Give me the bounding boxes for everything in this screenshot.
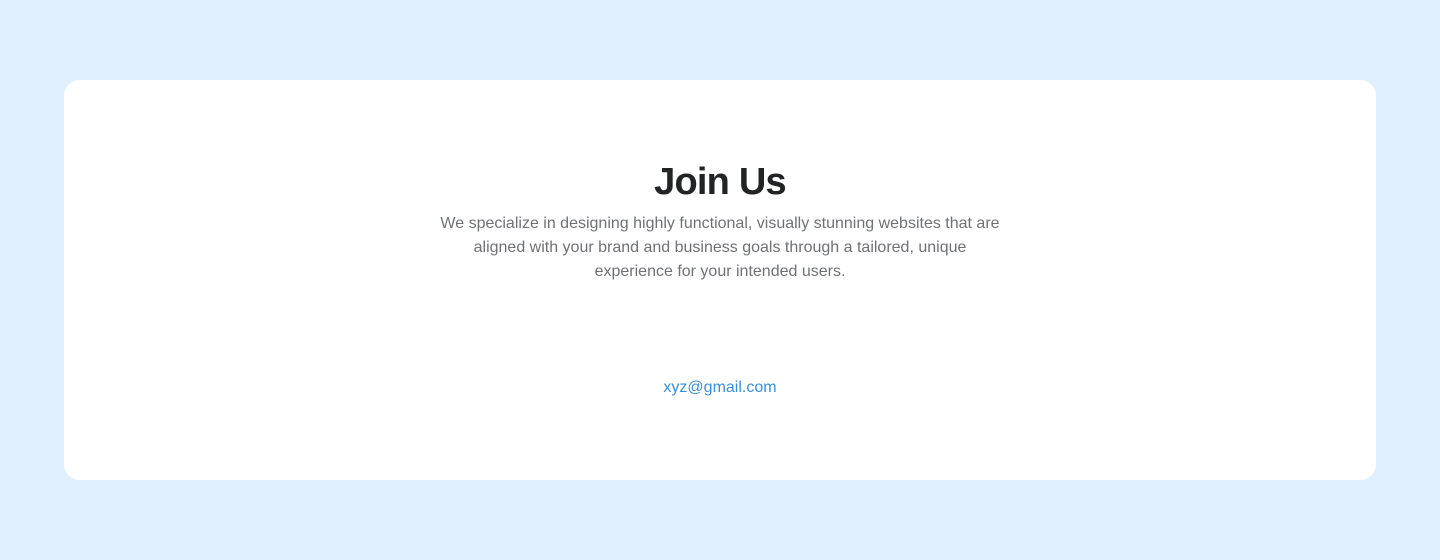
page-title: Join Us: [654, 161, 786, 203]
email-link[interactable]: xyz@gmail.com: [64, 376, 1376, 400]
join-us-card: Join Us We specialize in designing highl…: [64, 80, 1376, 480]
join-description: We specialize in designing highly functi…: [440, 215, 1000, 280]
